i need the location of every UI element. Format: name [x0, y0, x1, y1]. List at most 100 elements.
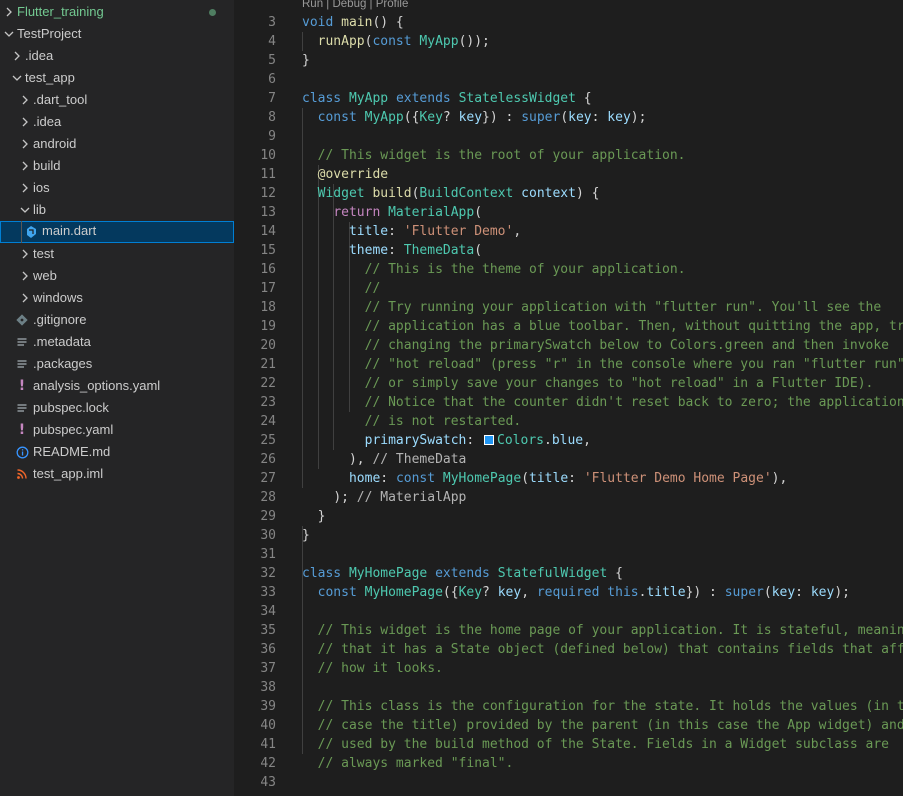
- tree-folder-android[interactable]: android: [0, 133, 234, 155]
- color-swatch-icon[interactable]: [484, 435, 495, 445]
- code-line[interactable]: // that it has a State object (defined b…: [302, 640, 903, 659]
- code-token: title: [348, 224, 389, 239]
- line-number: 33: [260, 585, 276, 600]
- chevron-right-icon: [1, 1, 17, 23]
- code-token: ?: [482, 585, 498, 600]
- code-line[interactable]: }: [302, 507, 326, 526]
- code-line[interactable]: void main() {: [302, 13, 404, 32]
- tree-file-main-dart[interactable]: main.dart: [0, 221, 234, 243]
- line-number: 27: [260, 471, 276, 486]
- tree-file-readme-md[interactable]: README.md: [0, 441, 234, 463]
- tree-item-label: pubspec.yaml: [33, 422, 114, 437]
- line-number: 38: [260, 680, 276, 695]
- code-token: // application has a blue toolbar. Then,…: [364, 319, 903, 334]
- code-token: context: [521, 186, 576, 201]
- tree-file-analysis-options-yaml[interactable]: ! analysis_options.yaml: [0, 375, 234, 397]
- code-line[interactable]: // case the title) provided by the paren…: [302, 716, 903, 735]
- code-token: ({: [442, 585, 459, 600]
- tree-folder-windows[interactable]: windows: [0, 287, 234, 309]
- code-token: BuildContext: [419, 186, 514, 201]
- code-line[interactable]: ); // MaterialApp: [302, 488, 466, 507]
- code-token: key: [771, 585, 796, 600]
- code-line[interactable]: class MyHomePage extends StatefulWidget …: [302, 564, 623, 583]
- code-line[interactable]: // This widget is the root of your appli…: [302, 146, 686, 165]
- tree-folder-test-app[interactable]: test_app: [0, 67, 234, 89]
- code-token: ,: [583, 433, 591, 448]
- code-line[interactable]: // used by the build method of the State…: [302, 735, 889, 754]
- code-line[interactable]: //: [302, 279, 381, 298]
- tree-item-label: android: [33, 136, 77, 151]
- code-token: // ThemeData: [372, 452, 467, 467]
- code-line[interactable]: home: const MyHomePage(title: 'Flutter D…: [302, 469, 787, 488]
- code-token: void: [302, 15, 334, 30]
- line-number: 34: [260, 604, 276, 619]
- line-number: 24: [260, 414, 276, 429]
- code-line[interactable]: // how it looks.: [302, 659, 443, 678]
- code-line[interactable]: }: [302, 51, 310, 70]
- tree-folder-dart-tool[interactable]: .dart_tool: [0, 89, 234, 111]
- code-token: return: [333, 205, 381, 220]
- tree-folder-ios[interactable]: ios: [0, 177, 234, 199]
- tree-file-pubspec-yaml[interactable]: ! pubspec.yaml: [0, 419, 234, 441]
- code-line[interactable]: // changing the primarySwatch below to C…: [302, 336, 889, 355]
- code-line[interactable]: ), // ThemeData: [302, 450, 466, 469]
- code-line[interactable]: // always marked "final".: [302, 754, 514, 773]
- code-editor[interactable]: Run | Debug | Profile 3 4 5 6 7 8 9 10 11 12 13 14 1…: [234, 0, 903, 796]
- code-line[interactable]: // "hot reload" (press "r" in the consol…: [302, 355, 903, 374]
- code-line[interactable]: title: 'Flutter Demo',: [302, 222, 521, 241]
- line-number: 39: [260, 699, 276, 714]
- code-token: {: [607, 566, 623, 581]
- code-token: title: [529, 471, 569, 486]
- codelens-run-debug-profile[interactable]: Run | Debug | Profile: [302, 0, 408, 11]
- tree-folder-idea[interactable]: .idea: [0, 45, 234, 67]
- code-line[interactable]: // Notice that the counter didn't reset …: [302, 393, 903, 412]
- code-line[interactable]: const MyApp({Key? key}) : super(key: key…: [302, 108, 647, 127]
- lines-file-icon: [14, 353, 30, 375]
- tree-folder-test[interactable]: test: [0, 243, 234, 265]
- code-line[interactable]: runApp(const MyApp());: [302, 32, 490, 51]
- code-line[interactable]: const MyHomePage({Key? key, required thi…: [302, 583, 850, 602]
- tree-file-packages[interactable]: .packages: [0, 353, 234, 375]
- code-line[interactable]: @override: [302, 165, 388, 184]
- code-line[interactable]: theme: ThemeData(: [302, 241, 482, 260]
- code-line[interactable]: class MyApp extends StatelessWidget {: [302, 89, 592, 108]
- tree-file-test-app-iml[interactable]: test_app.iml: [0, 463, 234, 485]
- code-token: );: [333, 490, 357, 505]
- tree-folder-testproject[interactable]: TestProject: [0, 23, 234, 45]
- tree-folder-build[interactable]: build: [0, 155, 234, 177]
- tree-file-pubspec-lock[interactable]: pubspec.lock: [0, 397, 234, 419]
- code-line[interactable]: Widget build(BuildContext context) {: [302, 184, 600, 203]
- code-line[interactable]: // This is the theme of your application…: [302, 260, 686, 279]
- code-line[interactable]: }: [302, 526, 310, 545]
- line-number: 22: [260, 376, 276, 391]
- code-token: MyApp: [364, 110, 404, 125]
- code-line[interactable]: // Try running your application with "fl…: [302, 298, 882, 317]
- tree-folder-flutter-training[interactable]: Flutter_training: [0, 1, 234, 23]
- tree-folder-idea[interactable]: .idea: [0, 111, 234, 133]
- code-token: // Try running your application with "fl…: [364, 300, 882, 315]
- code-line[interactable]: // or simply save your changes to "hot r…: [302, 374, 874, 393]
- code-token: (: [560, 110, 569, 125]
- code-token: ),: [771, 471, 788, 486]
- tree-item-label: main.dart: [42, 223, 97, 238]
- line-number: 12: [260, 186, 276, 201]
- code-token: key: [607, 110, 631, 125]
- code-line[interactable]: // This widget is the home page of your …: [302, 621, 903, 640]
- tree-folder-lib[interactable]: lib: [0, 199, 234, 221]
- code-token: theme: [348, 243, 389, 258]
- code-line[interactable]: // application has a blue toolbar. Then,…: [302, 317, 903, 336]
- code-token: Widget: [317, 186, 365, 201]
- tree-file-gitignore[interactable]: .gitignore: [0, 309, 234, 331]
- tree-file-metadata[interactable]: .metadata: [0, 331, 234, 353]
- code-line[interactable]: // This class is the configuration for t…: [302, 697, 903, 716]
- code-token: // This widget is the root of your appli…: [317, 148, 686, 163]
- code-line[interactable]: primarySwatch: Colors.blue,: [302, 431, 591, 450]
- tree-folder-web[interactable]: web: [0, 265, 234, 287]
- code-line[interactable]: // is not restarted.: [302, 412, 522, 431]
- code-line[interactable]: return MaterialApp(: [302, 203, 482, 222]
